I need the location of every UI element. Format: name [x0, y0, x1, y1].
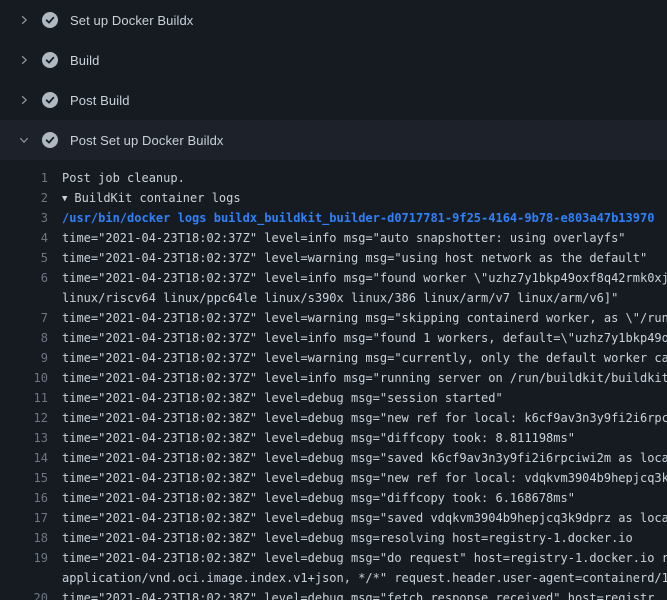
check-circle-icon — [42, 52, 58, 68]
log-line-text: ▼ BuildKit container logs — [48, 188, 667, 208]
log-line-text: time="2021-04-23T18:02:38Z" level=debug … — [48, 448, 667, 468]
step-title: Set up Docker Buildx — [70, 13, 193, 28]
steps-list: Set up Docker Buildx Build Post Build Post … — [0, 0, 667, 160]
log-line-number[interactable]: 4 — [0, 228, 48, 248]
log-line[interactable]: 11time="2021-04-23T18:02:38Z" level=debu… — [0, 388, 667, 408]
log-line-continuation[interactable]: application/vnd.oci.image.index.v1+json,… — [0, 568, 667, 588]
log-line-number[interactable]: 17 — [0, 508, 48, 528]
log-line-text: time="2021-04-23T18:02:37Z" level=info m… — [48, 268, 667, 288]
check-circle-icon — [42, 92, 58, 108]
log-line-number — [0, 568, 48, 588]
chevron-right-icon[interactable] — [16, 92, 32, 108]
log-line-number[interactable]: 18 — [0, 528, 48, 548]
log-line-text: time="2021-04-23T18:02:37Z" level=warnin… — [48, 308, 667, 328]
log-line-number[interactable]: 20 — [0, 588, 48, 600]
log-line[interactable]: 18time="2021-04-23T18:02:38Z" level=debu… — [0, 528, 667, 548]
log-line-number[interactable]: 1 — [0, 168, 48, 188]
log-line[interactable]: 12time="2021-04-23T18:02:38Z" level=debu… — [0, 408, 667, 428]
log-line-text: time="2021-04-23T18:02:37Z" level=info m… — [48, 328, 667, 348]
log-line[interactable]: 4time="2021-04-23T18:02:37Z" level=info … — [0, 228, 667, 248]
log-line[interactable]: 8time="2021-04-23T18:02:37Z" level=info … — [0, 328, 667, 348]
log-line-number[interactable]: 16 — [0, 488, 48, 508]
log-line-number[interactable]: 13 — [0, 428, 48, 448]
log-line-text: time="2021-04-23T18:02:38Z" level=debug … — [48, 548, 667, 568]
log-line[interactable]: 15time="2021-04-23T18:02:38Z" level=debu… — [0, 468, 667, 488]
log-line-number[interactable]: 8 — [0, 328, 48, 348]
chevron-right-icon[interactable] — [16, 52, 32, 68]
log-line-text: /usr/bin/docker logs buildx_buildkit_bui… — [48, 208, 667, 228]
log-line-text: time="2021-04-23T18:02:38Z" level=debug … — [48, 508, 667, 528]
log-group-label: BuildKit container logs — [74, 191, 240, 205]
log-line-number[interactable]: 15 — [0, 468, 48, 488]
log-line-text: time="2021-04-23T18:02:38Z" level=debug … — [48, 428, 667, 448]
log-line[interactable]: 13time="2021-04-23T18:02:38Z" level=debu… — [0, 428, 667, 448]
step-title: Build — [70, 53, 99, 68]
log-line-number[interactable]: 10 — [0, 368, 48, 388]
log-line-text: time="2021-04-23T18:02:37Z" level=warnin… — [48, 248, 667, 268]
log-line-number[interactable]: 14 — [0, 448, 48, 468]
log-line-text: time="2021-04-23T18:02:37Z" level=info m… — [48, 368, 667, 388]
log-line-text: Post job cleanup. — [48, 168, 667, 188]
log-line-text: time="2021-04-23T18:02:38Z" level=debug … — [48, 388, 667, 408]
log-group-toggle-icon[interactable]: ▼ — [62, 189, 67, 208]
log-line-number[interactable]: 9 — [0, 348, 48, 368]
log-line-number[interactable]: 5 — [0, 248, 48, 268]
log-line[interactable]: 17time="2021-04-23T18:02:38Z" level=debu… — [0, 508, 667, 528]
log-area: 1Post job cleanup.2 ▼ BuildKit container l… — [0, 160, 667, 600]
log-line[interactable]: 1Post job cleanup. — [0, 168, 667, 188]
log-line-number[interactable]: 3 — [0, 208, 48, 228]
log-line[interactable]: 19time="2021-04-23T18:02:38Z" level=debu… — [0, 548, 667, 568]
log-line-number[interactable]: 12 — [0, 408, 48, 428]
log-line[interactable]: 7time="2021-04-23T18:02:37Z" level=warni… — [0, 308, 667, 328]
step-header-1[interactable]: Build — [0, 40, 667, 80]
check-circle-icon — [42, 132, 58, 148]
log-line-number — [0, 288, 48, 308]
log-line-text: time="2021-04-23T18:02:38Z" level=debug … — [48, 488, 667, 508]
log-line-text: time="2021-04-23T18:02:37Z" level=info m… — [48, 228, 667, 248]
log-line-continuation[interactable]: linux/riscv64 linux/ppc64le linux/s390x … — [0, 288, 667, 308]
step-header-2[interactable]: Post Build — [0, 80, 667, 120]
log-line[interactable]: 16time="2021-04-23T18:02:38Z" level=debu… — [0, 488, 667, 508]
step-header-0[interactable]: Set up Docker Buildx — [0, 0, 667, 40]
log-line[interactable]: 9time="2021-04-23T18:02:37Z" level=warni… — [0, 348, 667, 368]
log-line-text: time="2021-04-23T18:02:38Z" level=debug … — [48, 528, 667, 548]
log-line[interactable]: 10time="2021-04-23T18:02:37Z" level=info… — [0, 368, 667, 388]
log-line[interactable]: 6time="2021-04-23T18:02:37Z" level=info … — [0, 268, 667, 288]
log-line[interactable]: 14time="2021-04-23T18:02:38Z" level=debu… — [0, 448, 667, 468]
log-line[interactable]: 5time="2021-04-23T18:02:37Z" level=warni… — [0, 248, 667, 268]
log-line-text: linux/riscv64 linux/ppc64le linux/s390x … — [48, 288, 667, 308]
log-line-number[interactable]: 11 — [0, 388, 48, 408]
log-line[interactable]: 3/usr/bin/docker logs buildx_buildkit_bu… — [0, 208, 667, 228]
chevron-right-icon[interactable] — [16, 12, 32, 28]
step-title: Post Build — [70, 93, 130, 108]
log-line-number[interactable]: 2 — [0, 188, 48, 208]
log-line-text: time="2021-04-23T18:02:37Z" level=warnin… — [48, 348, 667, 368]
step-header-3[interactable]: Post Set up Docker Buildx — [0, 120, 667, 160]
log-line-number[interactable]: 6 — [0, 268, 48, 288]
check-circle-icon — [42, 12, 58, 28]
step-title: Post Set up Docker Buildx — [70, 133, 224, 148]
log-line-text: time="2021-04-23T18:02:38Z" level=debug … — [48, 468, 667, 488]
log-line-number[interactable]: 7 — [0, 308, 48, 328]
log-line[interactable]: 2 ▼ BuildKit container logs — [0, 188, 667, 208]
log-line-text: application/vnd.oci.image.index.v1+json,… — [48, 568, 667, 588]
log-line[interactable]: 20time="2021-04-23T18:02:38Z" level=debu… — [0, 588, 667, 600]
log-line-number[interactable]: 19 — [0, 548, 48, 568]
log-line-text: time="2021-04-23T18:02:38Z" level=debug … — [48, 408, 667, 428]
chevron-down-icon[interactable] — [16, 132, 32, 148]
log-line-text: time="2021-04-23T18:02:38Z" level=debug … — [48, 588, 667, 600]
